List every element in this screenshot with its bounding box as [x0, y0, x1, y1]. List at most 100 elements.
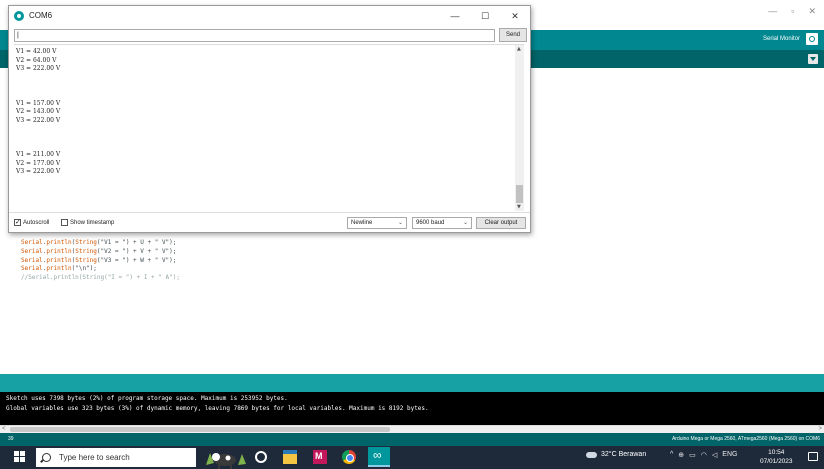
clock-date: 07/01/2023	[760, 458, 793, 465]
chrome-icon[interactable]	[342, 450, 356, 464]
code-token: println	[46, 247, 72, 255]
notification-icon[interactable]	[808, 452, 818, 461]
serial-output-line: V1 = 42.00 V	[16, 48, 57, 55]
serial-monitor-window: COM6 — ☐ ✕ | Send V1 = 42.00 V V2 = 64.00…	[8, 5, 531, 233]
tab-menu-dropdown-icon[interactable]	[808, 54, 818, 64]
serial-output-area[interactable]: V1 = 42.00 V V2 = 64.00 V V3 = 222.00 V V1 …	[14, 44, 524, 211]
cloud-icon	[586, 451, 597, 458]
scroll-up-icon[interactable]: ▲	[517, 46, 521, 52]
window-title: COM6	[29, 11, 53, 20]
taskbar: Type here to search 32°C Berawan ^ ⊕ ▭ ◠…	[0, 446, 824, 469]
code-token: String	[75, 256, 97, 264]
taskbar-clock[interactable]: 10:54 07/01/2023	[760, 448, 793, 466]
code-line: Serial.println("\n");	[21, 265, 296, 274]
serial-output-line: V3 = 222.00 V	[16, 168, 61, 176]
ide-minimize-button[interactable]: —	[768, 6, 777, 17]
mail-app-icon[interactable]	[313, 450, 327, 464]
autoscroll-label: Autoscroll	[23, 219, 50, 226]
weather-text: 32°C Berawan	[601, 451, 647, 458]
code-token: ("V1 = ") + U + " V");	[96, 239, 177, 247]
scroll-down-icon[interactable]: ▼	[517, 204, 521, 210]
serial-output-line: V2 = 143.00 V	[16, 108, 61, 116]
tray-wifi-icon[interactable]: ◠	[701, 451, 707, 459]
ide-statusbar: 39 Arduino Mega or Mega 2560, ATmega2560…	[0, 433, 824, 446]
code-token: Serial	[21, 265, 43, 273]
console-output: Sketch uses 7398 bytes (2%) of program s…	[0, 392, 824, 425]
taskbar-search-box[interactable]: Type here to search	[36, 448, 196, 467]
serial-monitor-label: Serial Monitor	[762, 36, 800, 42]
output-vertical-scrollbar[interactable]: ▲ ▼	[515, 45, 524, 211]
system-tray: ^ ⊕ ▭ ◠ ◁ ENG	[670, 451, 737, 459]
chevron-down-icon: ⌄	[397, 220, 403, 226]
tray-network-icon[interactable]: ⊕	[678, 451, 684, 459]
chevron-down-icon: ⌄	[462, 220, 468, 226]
scroll-left-icon[interactable]: <	[2, 426, 6, 432]
cortana-icon[interactable]	[255, 451, 267, 463]
show-timestamp-label: Show timestamp	[70, 219, 115, 226]
serial-monitor-titlebar[interactable]: COM6 — ☐ ✕	[9, 6, 530, 26]
scrollbar-thumb[interactable]	[10, 427, 390, 432]
autoscroll-checkbox-box[interactable]	[14, 218, 21, 226]
baud-rate-value: 9600 baud	[416, 220, 445, 226]
code-line: //Serial.println(String("I = ") + I + " …	[21, 274, 296, 283]
code-token: ("\n");	[71, 265, 97, 273]
code-line: Serial.println(String("V2 = ") + V + " V…	[21, 248, 296, 257]
tray-volume-icon[interactable]: ◁	[712, 451, 717, 459]
tray-language[interactable]: ENG	[722, 451, 737, 459]
show-timestamp-checkbox-box[interactable]	[61, 219, 68, 226]
tray-chevron-up-icon[interactable]: ^	[670, 451, 673, 459]
code-token: ("V2 = ") + V + " V");	[96, 247, 177, 255]
windows-start-icon[interactable]	[14, 451, 26, 463]
code-token: Serial	[21, 256, 43, 264]
scroll-right-icon[interactable]: >	[818, 426, 822, 432]
show-timestamp-checkbox[interactable]: Show timestamp	[61, 219, 114, 226]
code-token: String	[75, 247, 97, 255]
serial-input-field[interactable]: |	[14, 29, 495, 42]
minimize-button[interactable]: —	[440, 6, 470, 26]
console-line: Sketch uses 7398 bytes (2%) of program s…	[6, 395, 288, 402]
code-token: println	[46, 239, 72, 247]
news-widget-icon[interactable]	[200, 447, 248, 469]
serial-monitor-bottombar: Autoscroll Show timestamp Newline ⌄ 9600…	[9, 212, 530, 232]
arduino-app-icon[interactable]	[368, 447, 390, 467]
file-explorer-icon[interactable]	[283, 450, 297, 464]
arduino-logo-icon	[14, 11, 24, 21]
window-controls: — ☐ ✕	[440, 6, 530, 26]
code-token: //Serial.println(String("I = ") + I + " …	[21, 273, 180, 281]
scrollbar-thumb[interactable]	[516, 185, 523, 203]
serial-monitor-button[interactable]	[806, 33, 818, 45]
ide-window-controls: — ▫ ✕	[768, 6, 816, 17]
baud-rate-select[interactable]: 9600 baud ⌄	[412, 217, 472, 229]
ide-maximize-button[interactable]: ▫	[791, 6, 794, 17]
serial-output-line: V3 = 222.00 V	[16, 116, 61, 124]
ide-close-button[interactable]: ✕	[808, 6, 816, 17]
send-button[interactable]: Send	[499, 28, 527, 42]
serial-output-line: V2 = 177.00 V	[16, 159, 61, 167]
search-placeholder: Type here to search	[59, 453, 130, 462]
code-token: String	[75, 239, 97, 247]
console-horizontal-scrollbar[interactable]: < >	[0, 425, 824, 433]
serial-output-line: V1 = 211.00 V	[16, 151, 61, 159]
status-board-info: Arduino Mega or Mega 2560, ATmega2560 (M…	[671, 436, 820, 442]
close-button[interactable]: ✕	[500, 6, 530, 26]
clear-output-button[interactable]: Clear output	[476, 217, 526, 229]
serial-output-line: V3 = 222.00 V	[16, 65, 61, 73]
code-token: println	[46, 265, 72, 273]
weather-widget[interactable]: 32°C Berawan	[586, 451, 646, 458]
code-token: println	[46, 256, 72, 264]
console-status-bar	[0, 374, 824, 392]
code-token: Serial	[21, 247, 43, 255]
clock-time: 10:54	[768, 449, 785, 456]
code-line: Serial.println(String("V1 = ") + U + " V…	[21, 239, 296, 248]
search-icon	[42, 453, 51, 462]
serial-output-line: V1 = 157.00 V	[16, 99, 61, 107]
autoscroll-checkbox[interactable]: Autoscroll	[14, 218, 50, 226]
code-token: ("V3 = ") + W + " V");	[96, 256, 177, 264]
line-ending-value: Newline	[351, 220, 373, 226]
serial-output-line: V2 = 64.00 V	[16, 56, 57, 64]
line-ending-select[interactable]: Newline ⌄	[347, 217, 407, 229]
status-line-number: 39	[8, 436, 14, 442]
tray-battery-icon[interactable]: ▭	[689, 451, 696, 459]
console-line: Global variables use 323 bytes (3%) of d…	[6, 404, 429, 412]
maximize-button[interactable]: ☐	[470, 6, 500, 26]
